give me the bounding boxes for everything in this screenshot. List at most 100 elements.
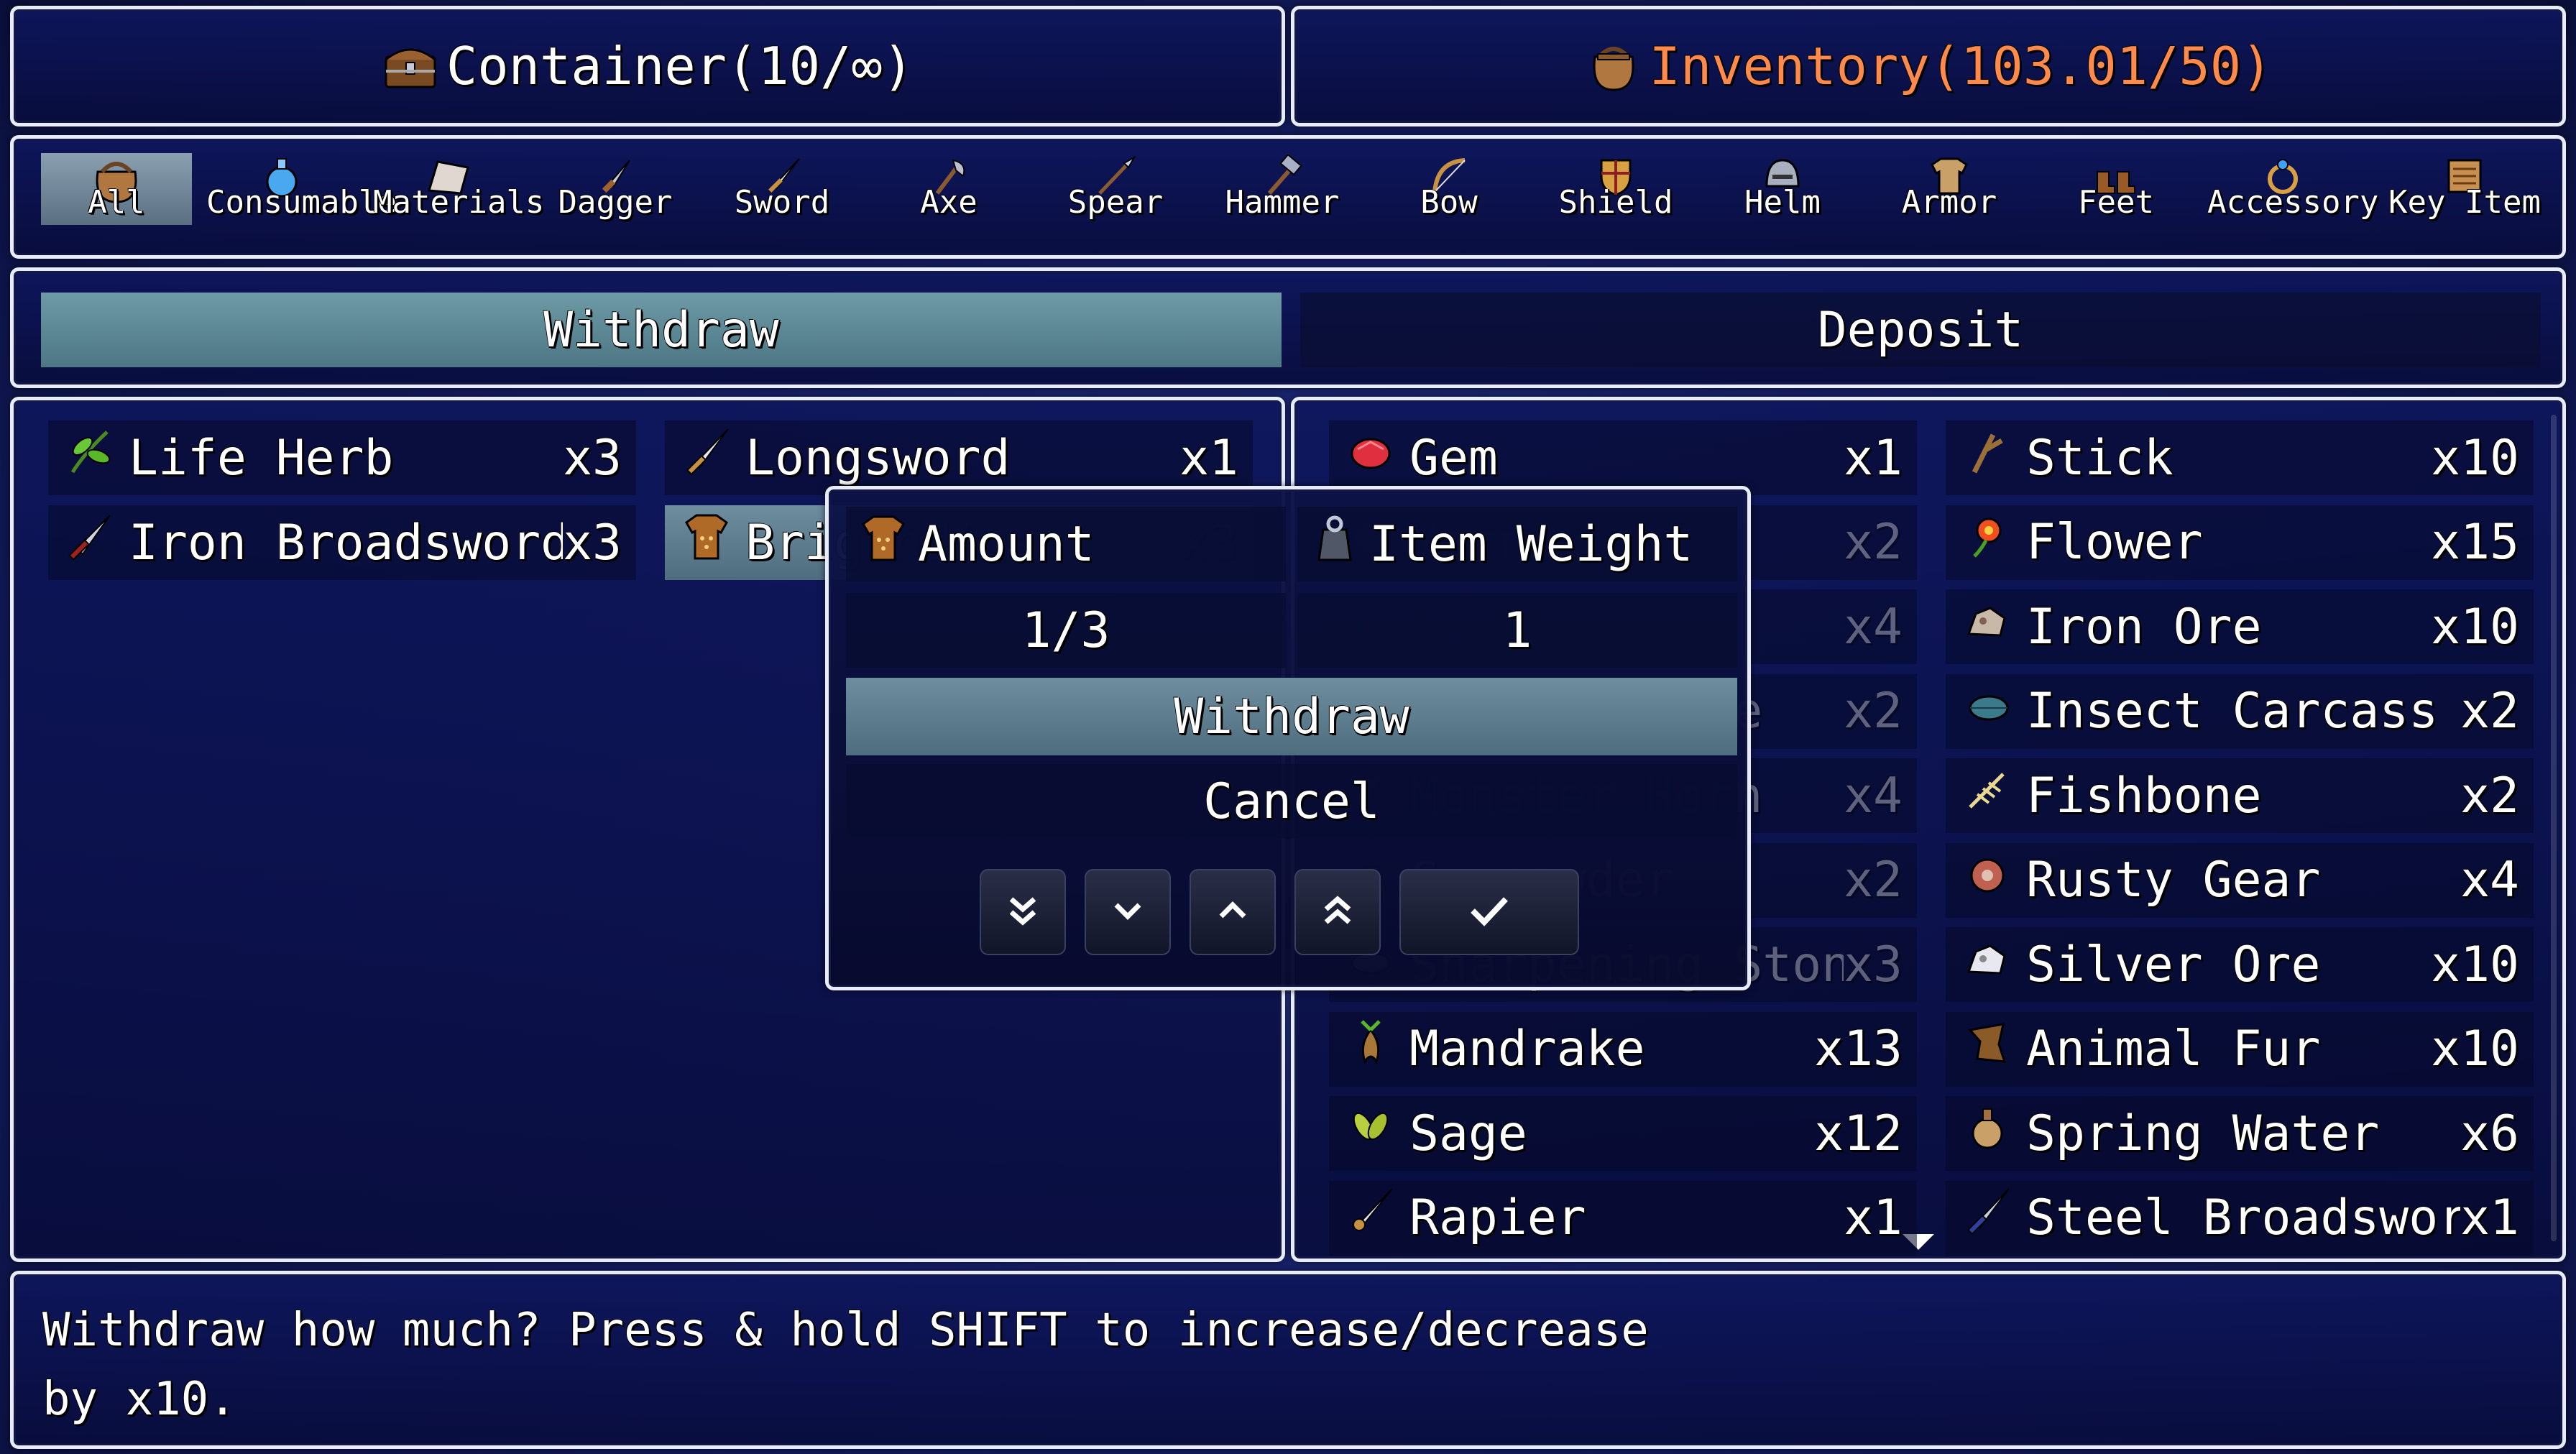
item-quantity: x10 xyxy=(2431,429,2519,487)
item-quantity: x3 xyxy=(1844,936,1903,993)
list-item[interactable]: Silver Ore x10 xyxy=(1946,927,2534,1002)
item-name: Sage xyxy=(1409,1105,1527,1162)
ok-button[interactable] xyxy=(1399,869,1579,955)
double-chevron-up-icon xyxy=(1316,889,1359,935)
list-item[interactable]: Rusty Gear x4 xyxy=(1946,842,2534,918)
sword-icon xyxy=(1960,1184,2015,1251)
category-bar: All Consumable Materials Dagger Sword Ax… xyxy=(10,135,2566,259)
silver-ore-icon xyxy=(1960,931,2015,998)
item-quantity: x10 xyxy=(2431,1021,2519,1077)
item-name: Rapier xyxy=(1409,1190,1586,1246)
item-quantity: x1 xyxy=(2460,1190,2519,1246)
double-chevron-down-icon xyxy=(1001,889,1044,935)
item-name: Silver Ore xyxy=(2026,936,2321,993)
list-item[interactable]: Flower x15 xyxy=(1946,505,2534,580)
increase-10-button[interactable] xyxy=(1294,869,1381,955)
list-item[interactable]: Steel Broadsword x1 xyxy=(1946,1180,2534,1256)
category-armor[interactable]: Armor xyxy=(1874,153,2025,225)
item-quantity: x2 xyxy=(2460,767,2519,824)
amount-header: Amount xyxy=(846,507,1286,581)
category-bow[interactable]: Bow xyxy=(1374,153,1524,225)
category-materials[interactable]: Materials xyxy=(373,153,544,225)
list-item[interactable]: Animal Fur x10 xyxy=(1946,1011,2534,1087)
category-axe[interactable]: Axe xyxy=(873,153,1024,225)
withdraw-tab[interactable]: Withdraw xyxy=(41,293,1282,367)
item-quantity: x4 xyxy=(1844,598,1903,655)
gem-icon xyxy=(1343,425,1398,492)
item-name: Insect Carcass xyxy=(2026,683,2439,740)
category-helm[interactable]: Helm xyxy=(1707,153,1858,225)
category-consumable[interactable]: Consumable xyxy=(206,153,397,225)
gear-icon xyxy=(1960,847,2015,914)
chevron-down-icon xyxy=(1106,889,1149,935)
inventory-header: Inventory(103.01/50) xyxy=(1291,6,2566,126)
sword-icon xyxy=(63,510,117,576)
item-name: Flower xyxy=(2026,514,2203,571)
list-item[interactable]: Sage x12 xyxy=(1329,1096,1917,1171)
scrollbar[interactable] xyxy=(2551,415,2557,1241)
item-name: Rusty Gear xyxy=(2026,852,2321,908)
list-item[interactable]: Spring Water x6 xyxy=(1946,1096,2534,1171)
category-accessory[interactable]: Accessory xyxy=(2207,153,2378,225)
weight-label: Item Weight xyxy=(1369,515,1693,573)
decrease-1-button[interactable] xyxy=(1085,869,1171,955)
amount-label: Amount xyxy=(918,515,1095,573)
item-quantity: x2 xyxy=(1844,514,1903,571)
item-name: Iron Ore xyxy=(2026,598,2262,655)
item-quantity: x1 xyxy=(1844,429,1903,487)
increase-1-button[interactable] xyxy=(1190,869,1276,955)
flask-icon xyxy=(1960,1100,2015,1167)
list-item[interactable]: Iron Ore x10 xyxy=(1946,589,2534,664)
category-hammer[interactable]: Hammer xyxy=(1207,153,1358,225)
category-key-item[interactable]: Key Item xyxy=(2378,153,2551,225)
sword-icon xyxy=(679,425,734,492)
amount-value: 1/3 xyxy=(846,593,1286,668)
bag-icon xyxy=(1585,40,1642,93)
ore-icon xyxy=(1960,594,2015,661)
item-quantity: x4 xyxy=(1844,767,1903,824)
item-quantity: x4 xyxy=(2460,852,2519,908)
category-spear[interactable]: Spear xyxy=(1040,153,1191,225)
list-item[interactable]: Rapier x1 xyxy=(1329,1180,1917,1256)
confirm-withdraw-button[interactable]: Withdraw xyxy=(846,678,1737,755)
list-item[interactable]: Life Herb x3 xyxy=(48,420,636,495)
list-item[interactable]: Mandrake x13 xyxy=(1329,1011,1917,1087)
item-quantity: x1 xyxy=(1844,1190,1903,1246)
item-quantity: x13 xyxy=(1814,1021,1903,1077)
item-name: Stick xyxy=(2026,429,2174,487)
chevron-up-icon xyxy=(1211,889,1254,935)
category-feet[interactable]: Feet xyxy=(2041,153,2191,225)
list-item[interactable]: Iron Broadsword x3 xyxy=(48,505,636,580)
weight-value: 1 xyxy=(1297,593,1737,668)
fur-icon xyxy=(1960,1016,2015,1082)
list-item[interactable]: Fishbone x2 xyxy=(1946,758,2534,833)
category-all[interactable]: All xyxy=(41,153,192,225)
armor-icon xyxy=(679,510,734,576)
list-item[interactable]: Insect Carcass x2 xyxy=(1946,673,2534,749)
item-name: Steel Broadsword xyxy=(2026,1190,2461,1246)
cancel-button[interactable]: Cancel xyxy=(846,764,1737,839)
item-quantity: x2 xyxy=(1844,683,1903,740)
category-sword[interactable]: Sword xyxy=(707,153,857,225)
item-quantity: x6 xyxy=(2460,1105,2519,1162)
fishbone-icon xyxy=(1960,763,2015,829)
mandrake-icon xyxy=(1343,1016,1398,1082)
list-item[interactable]: Longsword x1 xyxy=(665,420,1253,495)
mode-bar: Withdraw Deposit xyxy=(10,267,2566,388)
help-window: Withdraw how much? Press & hold SHIFT to… xyxy=(10,1271,2566,1449)
deposit-tab[interactable]: Deposit xyxy=(1300,293,2541,367)
container-title: Container(10/∞) xyxy=(446,36,914,96)
decrease-10-button[interactable] xyxy=(980,869,1066,955)
item-name: Spring Water xyxy=(2026,1105,2380,1162)
rapier-icon xyxy=(1343,1184,1398,1251)
weight-icon xyxy=(1307,511,1362,578)
weight-header: Item Weight xyxy=(1297,507,1737,581)
sage-icon xyxy=(1343,1100,1398,1167)
list-item[interactable]: Gem x1 xyxy=(1329,420,1917,495)
category-dagger[interactable]: Dagger xyxy=(540,153,691,225)
insect-icon xyxy=(1960,678,2015,745)
category-shield[interactable]: Shield xyxy=(1540,153,1691,225)
item-quantity: x2 xyxy=(2460,683,2519,740)
list-item[interactable]: Stick x10 xyxy=(1946,420,2534,495)
item-name: Mandrake xyxy=(1409,1021,1645,1077)
